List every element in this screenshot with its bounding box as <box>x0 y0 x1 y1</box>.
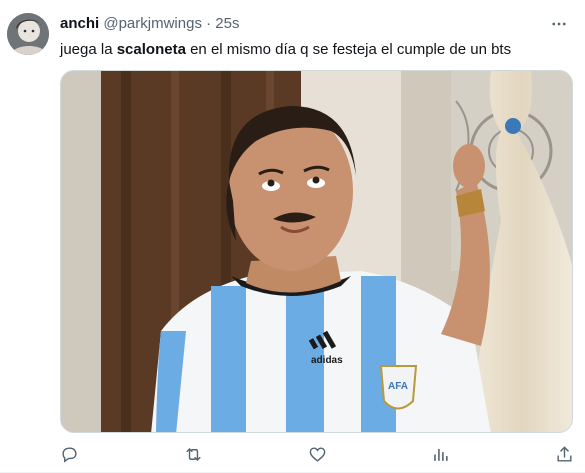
reply-icon[interactable] <box>58 443 80 465</box>
media-image: adidas AFA <box>61 71 572 432</box>
tweet-text-end: en el mismo día q se festeja el cumple d… <box>185 41 512 58</box>
more-icon[interactable] <box>547 12 571 36</box>
share-icon[interactable] <box>553 443 575 465</box>
separator: · <box>206 15 212 32</box>
avatar[interactable] <box>7 13 49 55</box>
timestamp[interactable]: 25s <box>215 15 239 32</box>
tweet-text: juega la scaloneta en el mismo día q se … <box>60 40 511 60</box>
action-bar <box>58 441 578 469</box>
user-handle[interactable]: @parkjmwings <box>103 15 202 32</box>
jersey-brand: adidas <box>311 355 343 366</box>
retweet-icon[interactable] <box>182 443 204 465</box>
display-name[interactable]: anchi <box>60 15 99 32</box>
tweet-media[interactable]: adidas AFA <box>60 70 573 433</box>
like-icon[interactable] <box>306 443 328 465</box>
badge-text: AFA <box>388 381 408 392</box>
avatar-image <box>7 13 49 55</box>
tweet-text-bold: scaloneta <box>116 41 186 58</box>
views-icon[interactable] <box>429 443 451 465</box>
tweet-header: anchi @parkjmwings · 25s <box>60 14 239 34</box>
tweet-text-start: juega la <box>60 41 117 58</box>
tweet[interactable]: anchi @parkjmwings · 25s juega la scalon… <box>0 0 585 473</box>
